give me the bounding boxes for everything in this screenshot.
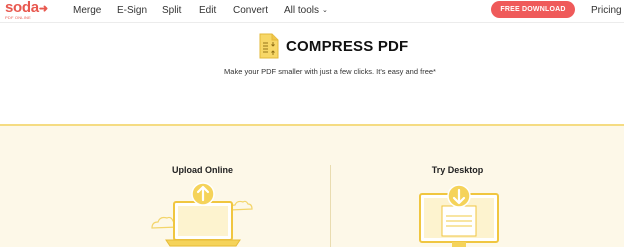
nav-all-tools-label: All tools bbox=[284, 5, 320, 16]
nav-all-tools[interactable]: All tools ⌄ bbox=[284, 5, 328, 17]
header-divider bbox=[0, 22, 624, 23]
upload-online-illustration[interactable] bbox=[148, 180, 258, 247]
nav-pricing[interactable]: Pricing bbox=[591, 5, 622, 17]
try-desktop-illustration[interactable] bbox=[414, 180, 504, 247]
logo-arrow-icon: ➜ bbox=[38, 3, 48, 15]
logo-wordmark: soda bbox=[5, 0, 39, 16]
options-divider bbox=[330, 165, 331, 247]
nav-esign[interactable]: E-Sign bbox=[117, 5, 147, 17]
nav-split[interactable]: Split bbox=[162, 5, 181, 17]
logo-tagline: PDF ONLINE bbox=[5, 15, 32, 20]
chevron-down-icon: ⌄ bbox=[322, 7, 328, 14]
upload-online-title[interactable]: Upload Online bbox=[140, 165, 265, 175]
options-panel bbox=[0, 124, 624, 247]
compress-pdf-icon bbox=[259, 33, 279, 59]
nav-convert[interactable]: Convert bbox=[233, 5, 268, 17]
nav-edit[interactable]: Edit bbox=[199, 5, 216, 17]
page-subtitle: Make your PDF smaller with just a few cl… bbox=[224, 67, 436, 76]
top-header: soda➜ PDF ONLINE Merge E-Sign Split Edit… bbox=[0, 0, 624, 22]
nav-merge[interactable]: Merge bbox=[73, 5, 101, 17]
soda-logo[interactable]: soda➜ PDF ONLINE bbox=[5, 0, 48, 20]
free-download-button[interactable]: FREE DOWNLOAD bbox=[491, 1, 575, 18]
page-title: COMPRESS PDF bbox=[286, 38, 409, 55]
try-desktop-title[interactable]: Try Desktop bbox=[395, 165, 520, 175]
